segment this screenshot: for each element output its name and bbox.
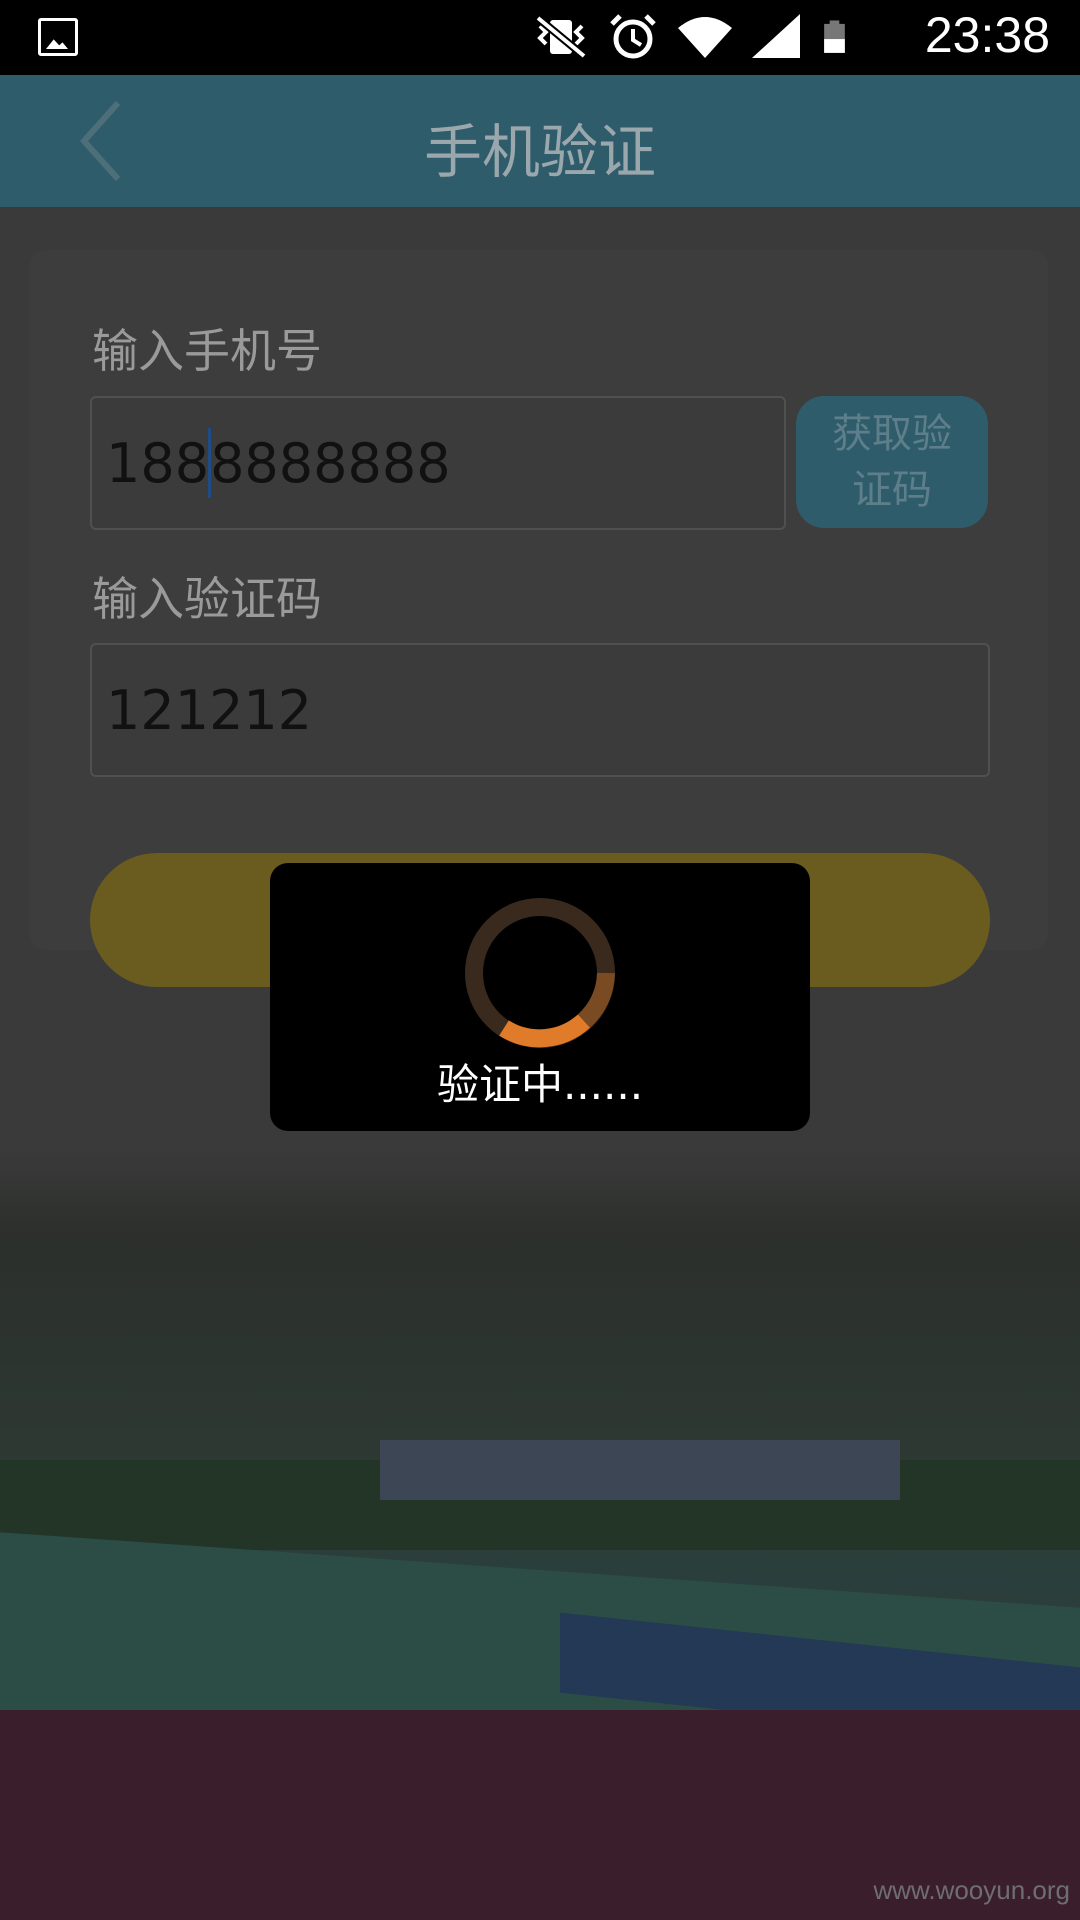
battery-icon	[824, 20, 845, 53]
vibrate-off-icon	[535, 14, 587, 60]
signal-icon	[752, 14, 800, 58]
page-title: 手机验证	[423, 118, 656, 186]
building	[380, 1440, 900, 1500]
status-time: 23:38	[924, 7, 1050, 63]
phone-input[interactable]: 188 8888888	[90, 396, 786, 530]
code-input[interactable]: 121212	[90, 643, 990, 777]
watermark: www.wooyun.org	[873, 1875, 1070, 1905]
code-value: 121212	[106, 678, 313, 742]
get-code-label: 获取验证码	[832, 411, 952, 513]
phone-value-part2: 8888888	[210, 431, 451, 495]
get-code-button[interactable]: 获取验证码	[796, 396, 988, 528]
loading-text: 验证中......	[436, 1060, 644, 1109]
status-icons	[532, 12, 860, 62]
code-label: 输入验证码	[92, 572, 322, 626]
background-photo	[0, 1080, 1080, 1920]
gallery-icon	[38, 18, 78, 56]
phone-label: 输入手机号	[92, 324, 322, 378]
phone-value-part1: 188	[106, 431, 210, 495]
status-bar: 23:38	[0, 0, 1080, 75]
app-bar: 手机验证	[0, 75, 1080, 207]
alarm-icon	[610, 14, 656, 59]
loading-dialog: 验证中......	[270, 863, 810, 1131]
loading-spinner-icon	[465, 898, 615, 1048]
wifi-icon	[678, 17, 732, 58]
